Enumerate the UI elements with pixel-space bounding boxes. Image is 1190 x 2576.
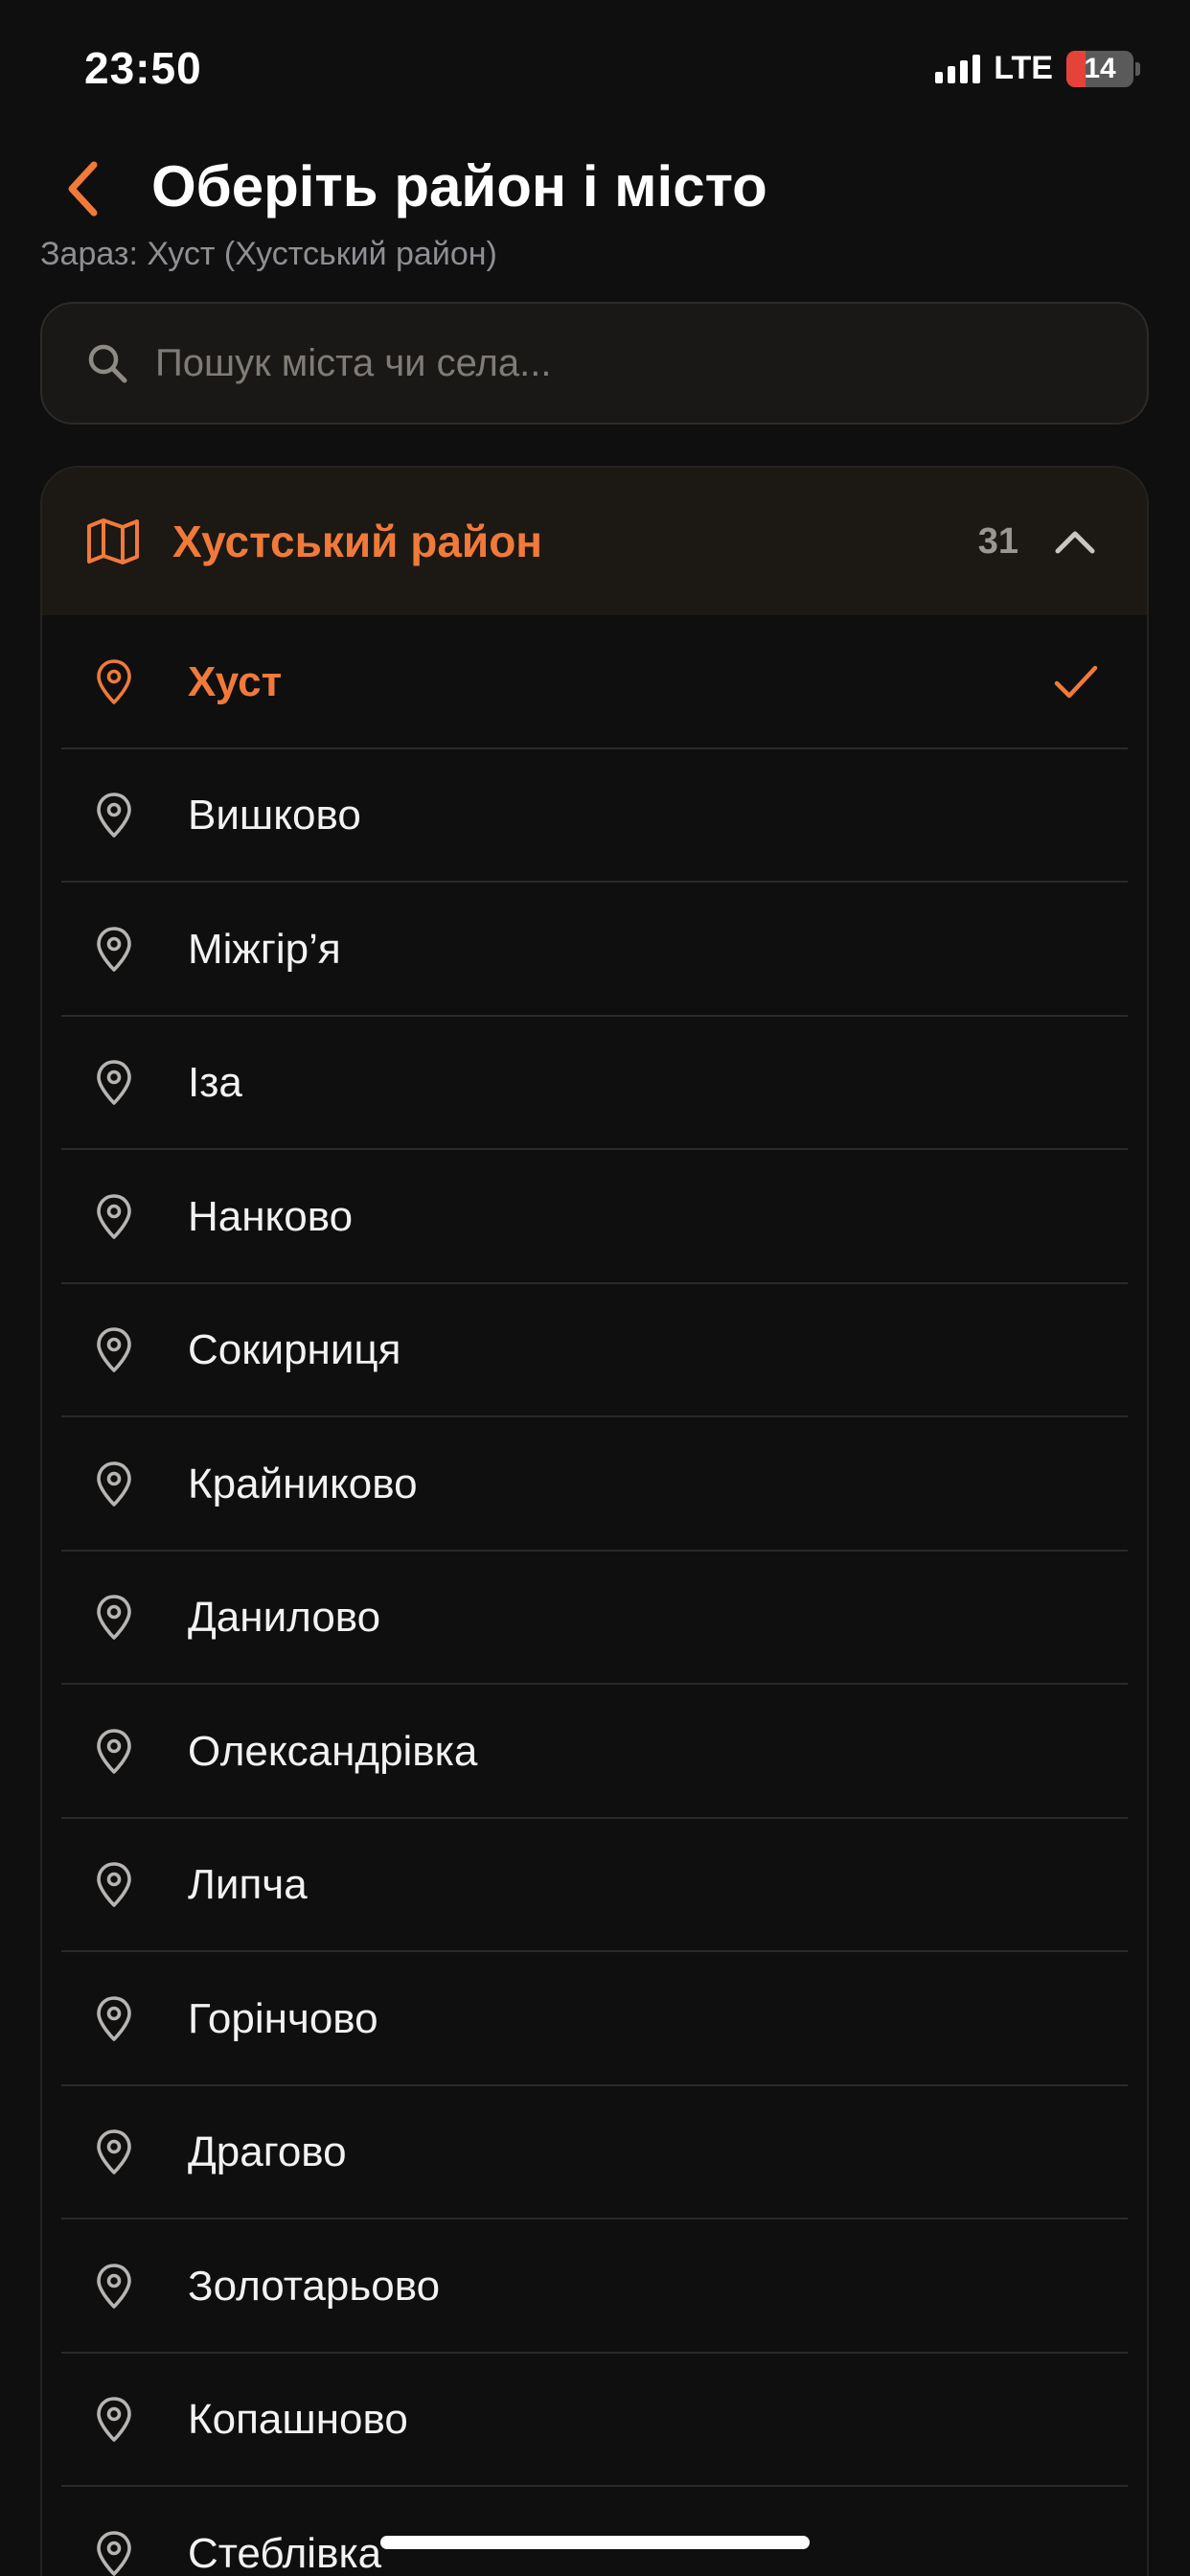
city-item[interactable]: Нанково <box>42 1150 1147 1284</box>
map-pin-icon <box>92 1058 136 1108</box>
current-location: Зараз: Хуст (Хустський район) <box>40 236 497 272</box>
city-item[interactable]: Драгово <box>42 2086 1147 2220</box>
screen: 23:50 LTE 14 Оберіть район і місто Зараз… <box>0 0 1190 2576</box>
city-label: Копашново <box>188 2396 408 2444</box>
city-label: Вишково <box>188 792 361 840</box>
city-label: Хуст <box>188 657 283 705</box>
city-label: Золотарьово <box>188 2262 441 2310</box>
network-label: LTE <box>994 50 1053 86</box>
home-indicator <box>380 2536 810 2549</box>
city-item[interactable]: Горінчово <box>42 1952 1147 2086</box>
city-label: Міжгір’я <box>188 925 341 973</box>
map-pin-icon <box>92 925 136 975</box>
city-item[interactable]: Хуст <box>42 615 1147 749</box>
city-label: Липча <box>188 1861 308 1909</box>
map-pin-icon <box>92 1994 136 2044</box>
city-label: Сокирниця <box>188 1326 401 1374</box>
city-item[interactable]: Стеблівка <box>42 2487 1147 2576</box>
map-icon <box>87 518 139 564</box>
city-item[interactable]: Олександрівка <box>42 1685 1147 1819</box>
city-item[interactable]: Золотарьово <box>42 2220 1147 2354</box>
city-label: Горінчово <box>188 1994 378 2042</box>
city-label: Данилово <box>188 1594 381 1642</box>
checkmark-icon <box>1051 657 1101 707</box>
map-pin-icon <box>92 1460 136 1509</box>
city-label: Драгово <box>188 2128 347 2176</box>
city-label: Нанково <box>188 1192 354 1240</box>
status-indicators: LTE 14 <box>935 50 1140 87</box>
city-item[interactable]: Міжгір’я <box>42 883 1147 1017</box>
district-name: Хустський район <box>172 517 543 566</box>
status-time: 23:50 <box>84 43 202 93</box>
status-bar: 23:50 LTE 14 <box>0 0 1190 134</box>
battery-level: 14 <box>1084 52 1116 84</box>
back-button[interactable] <box>54 146 111 232</box>
city-label: Іза <box>188 1059 242 1107</box>
district-header[interactable]: Хустський район 31 <box>42 468 1147 615</box>
district-count: 31 <box>977 520 1018 562</box>
page-title: Оберіть район і місто <box>151 154 767 218</box>
map-pin-icon <box>92 657 136 707</box>
header: Оберіть район і місто <box>0 134 1190 249</box>
city-item[interactable]: Липча <box>42 1819 1147 1953</box>
city-item[interactable]: Сокирниця <box>42 1284 1147 1418</box>
map-pin-icon <box>92 1593 136 1643</box>
search-bar[interactable] <box>40 302 1149 425</box>
city-item[interactable]: Крайниково <box>42 1417 1147 1552</box>
city-list: Хуст Вишково Міжгір’я Іза Нанково Сокирниця Кр… <box>42 615 1147 2576</box>
map-pin-icon <box>92 2128 136 2177</box>
map-pin-icon <box>92 1860 136 1910</box>
map-pin-icon <box>92 2529 136 2576</box>
city-item[interactable]: Данилово <box>42 1552 1147 1686</box>
map-pin-icon <box>92 1727 136 1777</box>
city-item[interactable]: Вишково <box>42 749 1147 884</box>
search-icon <box>88 344 127 383</box>
signal-icon <box>935 54 981 83</box>
district-card: Хустський район 31 Хуст Вишково Міжгір’я Із… <box>40 466 1149 2576</box>
chevron-left-icon <box>68 161 98 217</box>
map-pin-icon <box>92 2262 136 2312</box>
city-label: Крайниково <box>188 1460 418 1507</box>
battery-icon: 14 <box>1066 50 1140 87</box>
city-label: Олександрівка <box>188 1727 478 1775</box>
map-pin-icon <box>92 1325 136 1375</box>
map-pin-icon <box>92 2395 136 2445</box>
city-label: Стеблівка <box>188 2529 382 2576</box>
map-pin-icon <box>92 791 136 840</box>
chevron-up-icon[interactable] <box>1051 518 1099 565</box>
city-item[interactable]: Копашново <box>42 2354 1147 2488</box>
search-input[interactable] <box>155 341 1018 385</box>
city-item[interactable]: Іза <box>42 1017 1147 1151</box>
map-pin-icon <box>92 1192 136 1242</box>
